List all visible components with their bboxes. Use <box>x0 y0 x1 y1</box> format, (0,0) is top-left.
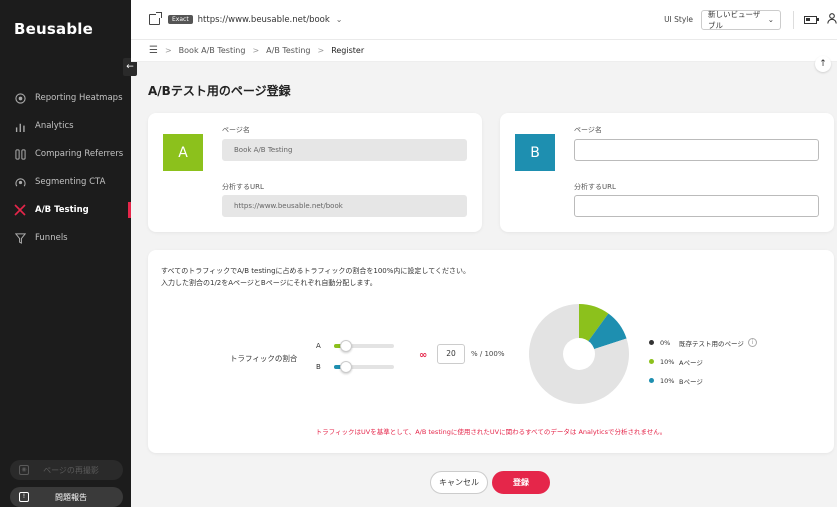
legend-dot <box>649 378 654 383</box>
page-name-label: ページ名 <box>222 126 250 134</box>
page-name-label: ページ名 <box>574 126 602 134</box>
menu-icon[interactable]: ☰ <box>149 45 158 56</box>
breadcrumb: ☰ > Book A/B Testing > A/B Testing > Reg… <box>131 40 837 62</box>
sidebar: Beusable ← Reporting Heatmaps Analytics … <box>0 0 137 507</box>
traffic-ratio-label: トラフィックの割合 <box>230 354 298 363</box>
url-label: 分析するURL <box>574 183 616 191</box>
report-icon: ! <box>19 492 29 502</box>
slider-a-label: A <box>316 342 321 350</box>
sidebar-item-segmenting-cta[interactable]: Segmenting CTA <box>0 168 131 196</box>
camera-icon: ◉ <box>19 465 29 475</box>
sidebar-item-ab-testing[interactable]: A/B Testing <box>0 196 131 224</box>
pie-legend: 0% 既存テスト用のページ i 10% Aページ 10% Bページ <box>649 333 757 390</box>
traffic-warning: トラフィックはUVを基準として、A/B testingに使用されたUVに関わるす… <box>315 428 667 436</box>
legend-item-b: 10% Bページ <box>649 371 757 390</box>
traffic-pie-chart <box>529 304 629 404</box>
info-icon[interactable]: i <box>747 338 757 347</box>
legend-item-a: 10% Aページ <box>649 352 757 371</box>
variant-a-badge: A <box>163 134 203 171</box>
page-title: A/Bテスト用のページ登録 <box>148 84 291 98</box>
top-bar: Exact https://www.beusable.net/book ⌄ UI… <box>131 0 837 40</box>
slider-b-label: B <box>316 363 321 371</box>
reshoot-page-button[interactable]: ◉ ページの再撮影 <box>10 460 123 480</box>
variant-b-url-field[interactable] <box>574 195 819 217</box>
url-label: 分析するURL <box>222 183 264 191</box>
legend-dot <box>649 340 654 345</box>
active-indicator <box>128 202 131 218</box>
sidebar-item-label: Analytics <box>35 121 74 131</box>
traffic-description: すべてのトラフィックでA/B testingに占めるトラフィックの割合を100%… <box>161 267 470 287</box>
scroll-to-top-button[interactable]: ↑ <box>815 56 831 72</box>
external-link-icon[interactable] <box>149 12 162 25</box>
report-issue-button[interactable]: ! 問題報告 <box>10 487 123 507</box>
variant-a-card: A ページ名 Book A/B Testing 分析するURL https://… <box>148 113 482 232</box>
traffic-percent-input[interactable]: 20 <box>437 344 465 364</box>
segment-icon <box>14 176 26 188</box>
compare-icon <box>14 148 26 160</box>
breadcrumb-item[interactable]: A/B Testing <box>266 46 310 55</box>
sidebar-item-label: Comparing Referrers <box>35 149 124 159</box>
slider-b[interactable] <box>334 361 394 373</box>
sidebar-item-comparing-referrers[interactable]: Comparing Referrers <box>0 140 131 168</box>
bar-chart-icon <box>14 120 26 132</box>
chevron-right-icon: > <box>317 46 325 55</box>
slider-a[interactable] <box>334 340 394 352</box>
match-type-badge: Exact <box>168 15 193 24</box>
slider-a-row: A <box>316 340 394 352</box>
register-button[interactable]: 登録 <box>492 471 550 494</box>
chevron-down-icon: ⌄ <box>767 15 774 24</box>
variant-b-badge: B <box>515 134 555 171</box>
logo[interactable]: Beusable <box>14 20 93 38</box>
variant-a-url-field[interactable]: https://www.beusable.net/book <box>222 195 467 217</box>
sidebar-item-label: Reporting Heatmaps <box>35 93 123 103</box>
sidebar-item-label: A/B Testing <box>35 205 89 215</box>
legend-dot <box>649 359 654 364</box>
ui-style-select[interactable]: 新しいビューザブル ⌄ <box>701 9 781 30</box>
slider-b-row: B <box>316 361 394 373</box>
chevron-right-icon: > <box>164 46 172 55</box>
battery-icon[interactable] <box>804 15 819 24</box>
sidebar-item-funnels[interactable]: Funnels <box>0 224 131 252</box>
breadcrumb-item[interactable]: Book A/B Testing <box>179 46 246 55</box>
variant-a-page-name-field[interactable]: Book A/B Testing <box>222 139 467 161</box>
cancel-button[interactable]: キャンセル <box>430 471 488 494</box>
slider-a-handle[interactable] <box>340 340 352 352</box>
slider-b-handle[interactable] <box>340 361 352 373</box>
link-icon[interactable]: ∞ <box>419 350 427 361</box>
variant-b-page-name-field[interactable] <box>574 139 819 161</box>
chevron-right-icon: > <box>252 46 260 55</box>
page-url[interactable]: https://www.beusable.net/book <box>198 15 330 25</box>
divider <box>793 10 794 29</box>
variant-b-card: B ページ名 分析するURL <box>500 113 834 232</box>
funnel-icon <box>14 232 26 244</box>
user-icon[interactable] <box>827 12 837 27</box>
sidebar-item-label: Funnels <box>35 233 68 243</box>
sidebar-menu: Reporting Heatmaps Analytics Comparing R… <box>0 84 131 252</box>
sidebar-item-reporting-heatmaps[interactable]: Reporting Heatmaps <box>0 84 131 112</box>
percent-suffix: % / 100% <box>471 350 505 358</box>
sidebar-item-analytics[interactable]: Analytics <box>0 112 131 140</box>
ab-test-icon <box>14 204 26 216</box>
target-icon <box>14 92 26 104</box>
sidebar-item-label: Segmenting CTA <box>35 177 106 187</box>
chevron-down-icon[interactable]: ⌄ <box>336 15 343 24</box>
breadcrumb-item-current: Register <box>331 46 365 55</box>
ui-style-label: UI Style <box>664 15 693 24</box>
pie-hole <box>563 338 595 370</box>
traffic-settings-card: すべてのトラフィックでA/B testingに占めるトラフィックの割合を100%… <box>148 250 834 453</box>
legend-item-existing: 0% 既存テスト用のページ i <box>649 333 757 352</box>
